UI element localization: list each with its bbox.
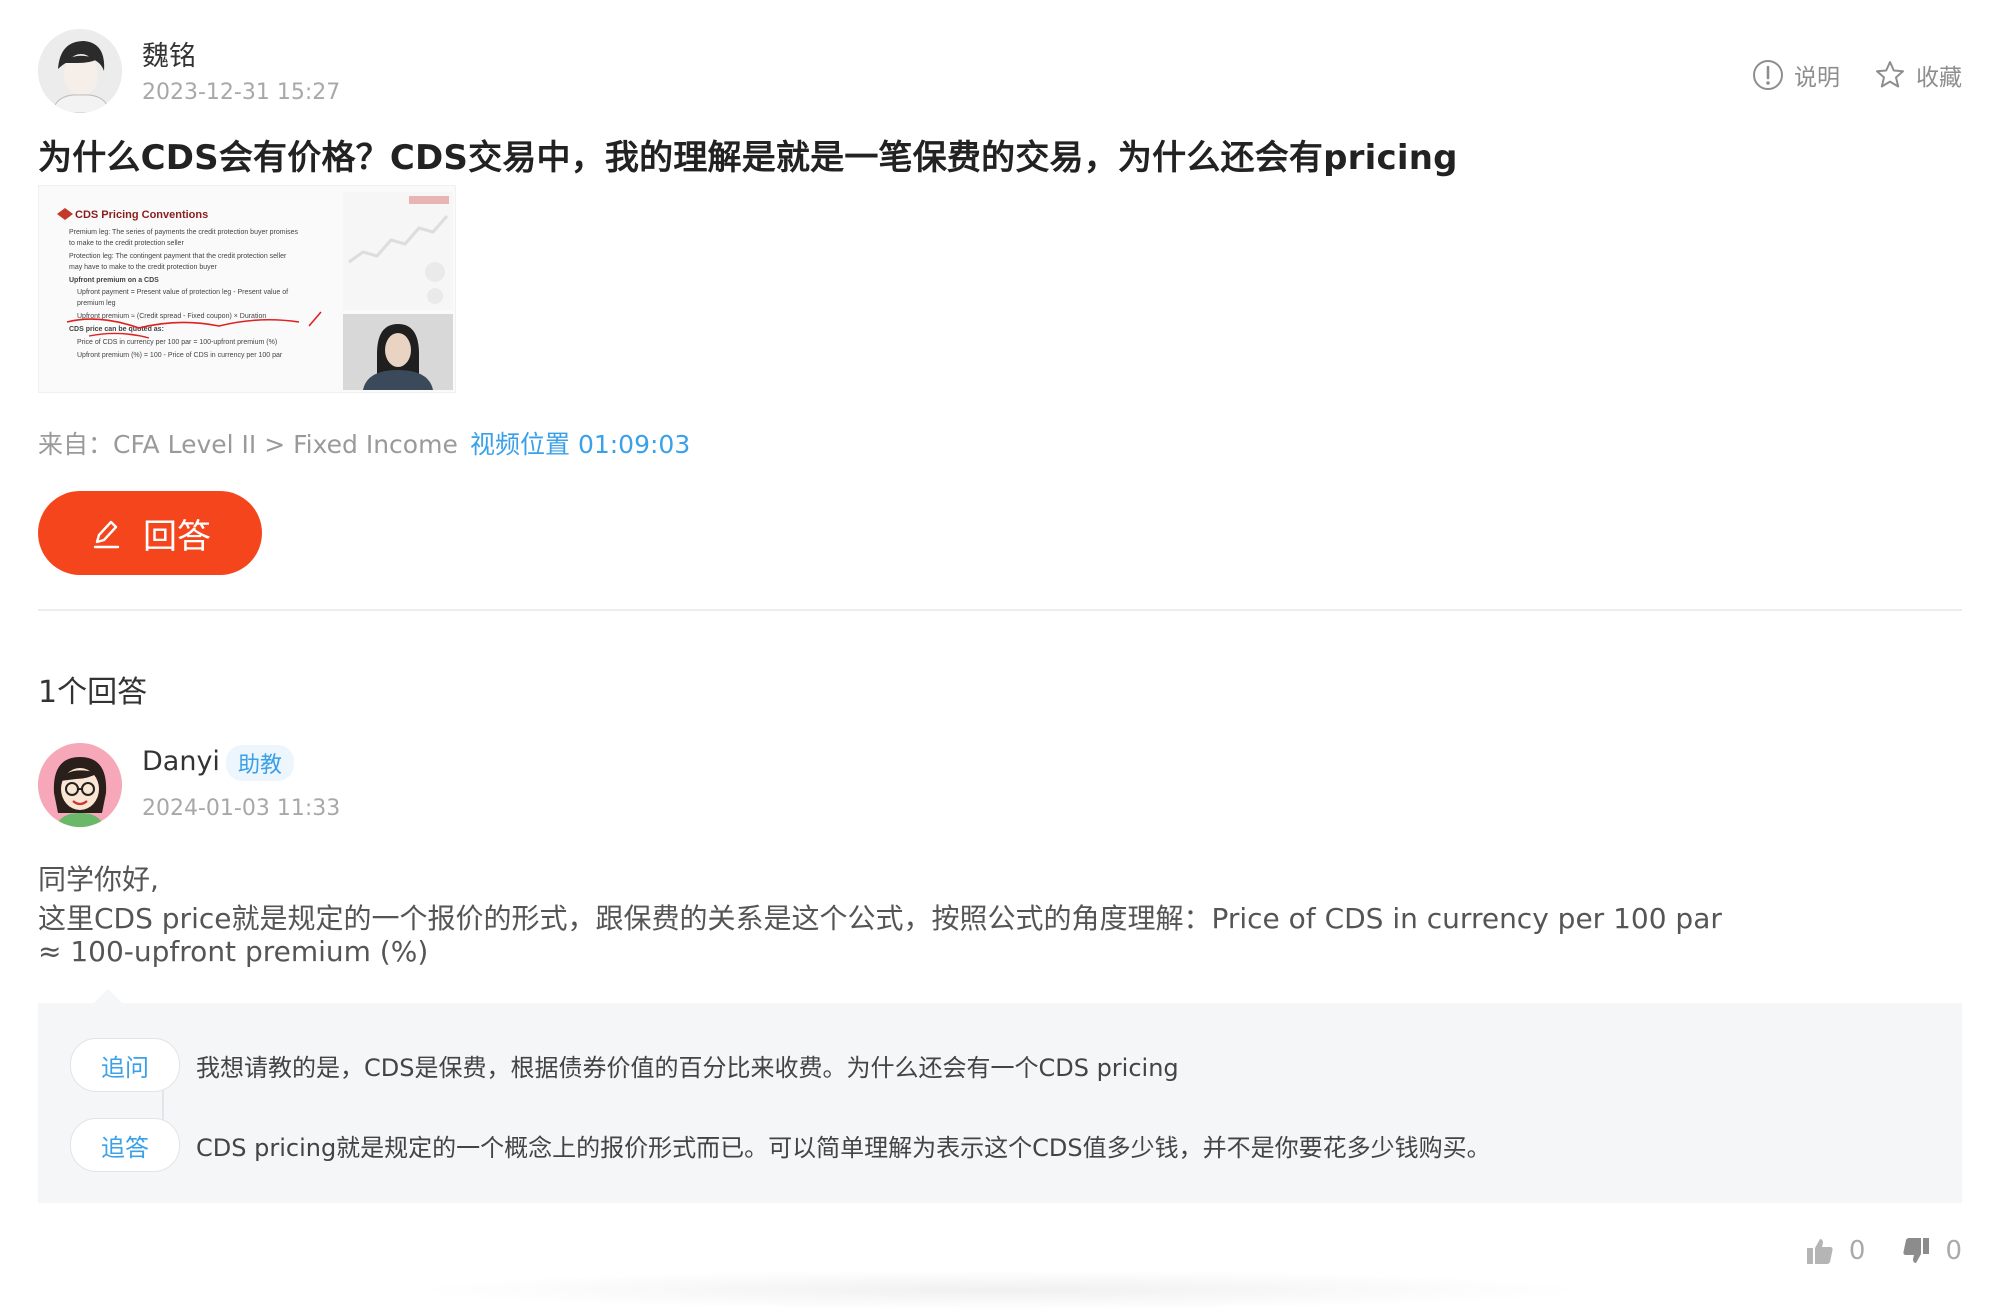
question-actions: 说明 收藏 bbox=[1752, 58, 1962, 92]
slide-line: may have to make to the credit protectio… bbox=[69, 264, 217, 271]
answer-button-label: 回答 bbox=[143, 517, 211, 556]
slide-line: Upfront premium on a CDS bbox=[69, 277, 159, 284]
followup-answer-text: CDS pricing就是规定的一个概念上的报价形式而已。可以简单理解为表示这个… bbox=[196, 1134, 1491, 1162]
question-author-avatar[interactable] bbox=[38, 29, 122, 113]
question-datetime: 2023-12-31 15:27 bbox=[142, 80, 341, 105]
slide-logo-icon bbox=[57, 208, 73, 220]
answer-text-line: ≈ 100-upfront premium (%) bbox=[38, 935, 429, 968]
followup-panel: 追问 我想请教的是，CDS是保费，根据债券价值的百分比来收费。为什么还会有一个C… bbox=[38, 1003, 1962, 1203]
slide-title: CDS Pricing Conventions bbox=[75, 209, 209, 221]
presenter-video-thumbnail bbox=[343, 314, 453, 390]
bottom-shadow bbox=[400, 1270, 1600, 1310]
followup-question-tag: 追问 bbox=[70, 1038, 180, 1092]
followup-question-text: 我想请教的是，CDS是保费，根据债券价值的百分比来收费。为什么还会有一个CDS … bbox=[196, 1054, 1179, 1082]
slide-line: Upfront payment = Present value of prote… bbox=[77, 289, 289, 296]
question-screenshot-thumbnail[interactable]: CDS Pricing Conventions Premium leg: The… bbox=[38, 185, 456, 393]
assistant-badge: 助教 bbox=[226, 745, 295, 781]
assistant-badge-wrap: 助教 bbox=[226, 745, 295, 781]
slide-line: Upfront premium (%) = 100 - Price of CDS… bbox=[77, 352, 283, 359]
slide-line: to make to the credit protection seller bbox=[69, 240, 184, 247]
like-button[interactable]: 0 bbox=[1805, 1236, 1866, 1266]
answer-button[interactable]: 回答 bbox=[38, 491, 262, 575]
slide-line: Protection leg: The contingent payment t… bbox=[69, 253, 287, 260]
info-icon bbox=[1753, 60, 1783, 90]
answers-count: 1个回答 bbox=[38, 675, 148, 710]
star-icon bbox=[1876, 61, 1904, 88]
dislike-count: 0 bbox=[1945, 1236, 1962, 1266]
explain-label: 说明 bbox=[1794, 65, 1840, 91]
handwriting-annotation bbox=[66, 311, 322, 339]
followup-pointer bbox=[94, 989, 122, 1003]
answer-text-line: 这里CDS price就是规定的一个报价的形式，跟保费的关系是这个公式，按照公式… bbox=[38, 902, 1722, 935]
chart-preview-graphic bbox=[343, 192, 453, 310]
like-count: 0 bbox=[1848, 1236, 1866, 1266]
dislike-button[interactable]: 0 bbox=[1901, 1236, 1962, 1266]
favorite-label: 收藏 bbox=[1916, 65, 1962, 91]
pen-icon bbox=[93, 520, 120, 549]
followup-answer-tag: 追答 bbox=[70, 1118, 180, 1172]
question-title: 为什么CDS会有价格？CDS交易中，我的理解是就是一笔保费的交易，为什么还会有p… bbox=[38, 138, 1458, 178]
answer-text-line: 同学你好, bbox=[38, 863, 159, 896]
thumbs-down-icon bbox=[1903, 1238, 1930, 1263]
video-position-link[interactable]: 视频位置 01:09:03 bbox=[470, 425, 690, 461]
thumbs-up-icon bbox=[1806, 1239, 1833, 1264]
answer-datetime: 2024-01-03 11:33 bbox=[142, 796, 341, 821]
question-source: 来自：CFA Level II > Fixed Income bbox=[38, 430, 458, 459]
question-author-name[interactable]: 魏铭 bbox=[142, 34, 196, 73]
slide-line: Premium leg: The series of payments the … bbox=[69, 229, 299, 236]
answer-author-name[interactable]: Danyi bbox=[142, 746, 220, 777]
favorite-button[interactable]: 收藏 bbox=[1874, 58, 1962, 92]
vote-controls: 0 0 bbox=[1805, 1236, 1962, 1266]
section-divider bbox=[38, 609, 1962, 611]
explain-button[interactable]: 说明 bbox=[1752, 58, 1840, 92]
answer-author-avatar[interactable] bbox=[38, 743, 122, 827]
